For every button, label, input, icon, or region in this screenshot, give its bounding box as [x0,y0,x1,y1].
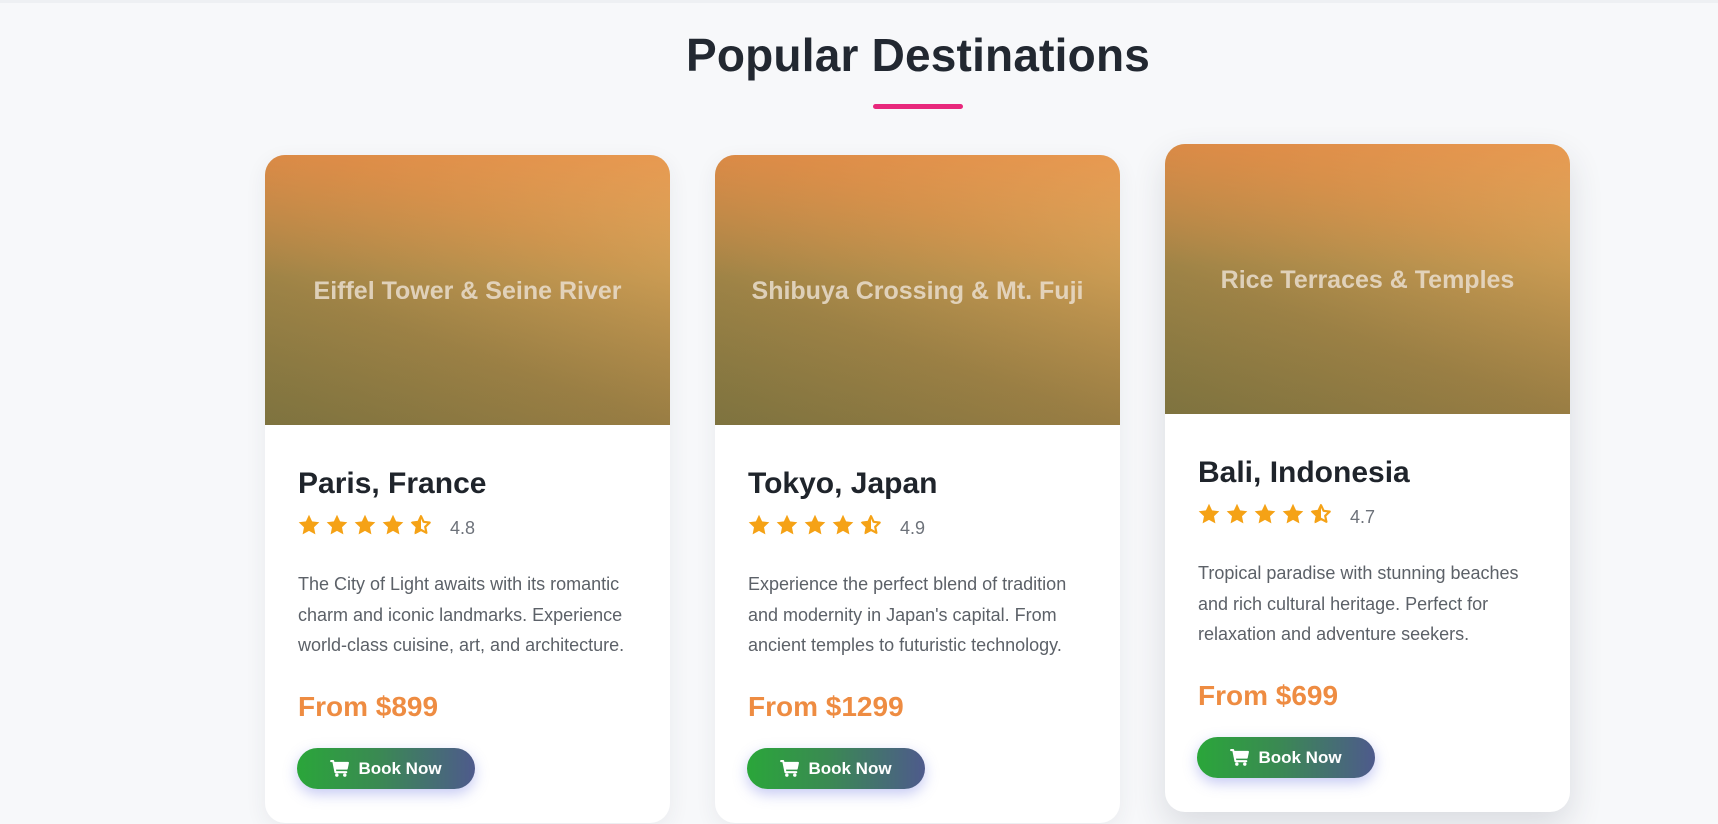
star-icon [803,513,827,537]
destination-price: From $1299 [748,691,904,722]
star-icon [1253,502,1277,526]
rating: 4.9 [747,510,925,540]
star-icon [381,513,405,537]
destination-price: From $699 [1198,680,1339,711]
star-half-icon [859,513,883,537]
shopping-cart-icon [780,760,800,777]
destination-title: Tokyo, Japan [748,467,938,500]
destination-card-paris: Eiffel Tower & Seine River Paris, France… [265,155,670,823]
image-caption: Rice Terraces & Temples [1220,266,1515,294]
rating-value: 4.9 [900,517,926,538]
star-icon [831,513,855,537]
book-now-label: Book Now [1258,747,1342,767]
shopping-cart-icon [330,760,350,777]
destination-title: Paris, France [298,467,487,500]
book-now-label: Book Now [808,758,892,778]
image-caption: Shibuya Crossing & Mt. Fuji [751,277,1084,305]
title-underline [873,104,963,109]
destination-description: Experience the perfect blend of traditio… [748,574,1067,655]
star-icon [1197,502,1221,526]
shopping-cart-icon [1230,749,1250,766]
rating-value: 4.7 [1350,506,1376,527]
destination-card-tokyo: Shibuya Crossing & Mt. Fuji Tokyo, Japan… [715,155,1120,823]
rating: 4.8 [297,510,475,540]
rating-value: 4.8 [450,517,476,538]
section-title: Popular Destinations [685,29,1151,81]
destination-description: The City of Light awaits with its romant… [298,574,625,655]
star-icon [747,513,771,537]
destination-image: Shibuya Crossing & Mt. Fuji [715,155,1120,425]
book-now-button[interactable]: Book Now [747,748,925,789]
star-icon [1281,502,1305,526]
destination-card-bali: Rice Terraces & Temples Bali, Indonesia … [1165,144,1570,812]
book-now-button[interactable]: Book Now [297,748,475,789]
book-now-label: Book Now [358,758,442,778]
book-now-button[interactable]: Book Now [1197,737,1375,778]
top-divider [0,0,1718,3]
image-caption: Eiffel Tower & Seine River [313,277,622,305]
star-icon [325,513,349,537]
destination-image: Eiffel Tower & Seine River [265,155,670,425]
destination-price: From $899 [298,691,439,722]
star-half-icon [1309,502,1333,526]
star-icon [1225,502,1249,526]
destination-title: Bali, Indonesia [1198,456,1410,489]
star-icon [775,513,799,537]
star-icon [353,513,377,537]
destination-description: Tropical paradise with stunning beaches … [1198,563,1519,644]
destination-image: Rice Terraces & Temples [1165,144,1570,414]
rating: 4.7 [1197,499,1375,529]
star-half-icon [409,513,433,537]
star-icon [297,513,321,537]
